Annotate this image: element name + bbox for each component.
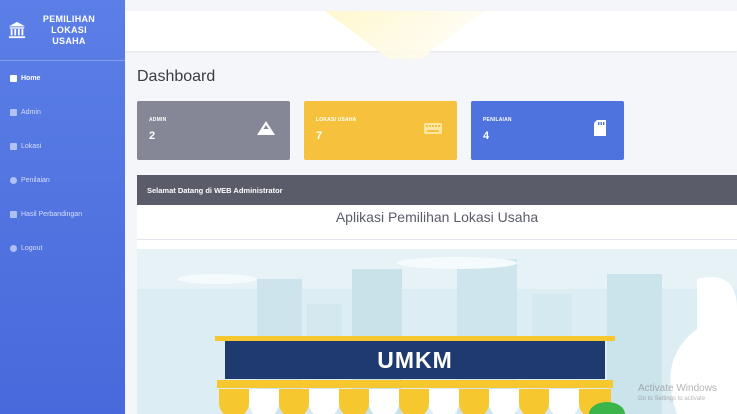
star-icon xyxy=(10,176,17,184)
page-title: Dashboard xyxy=(137,68,216,85)
card-label: LOKASI USAHA xyxy=(316,117,357,123)
topbar-decoration xyxy=(325,11,485,59)
divider xyxy=(137,239,737,240)
sidebar-item-label: Admin xyxy=(21,108,41,116)
sidebar-item-label: Hasil Perbandingan xyxy=(21,210,83,218)
sidebar-item-hasil-perbandingan[interactable]: Hasil Perbandingan xyxy=(0,206,125,222)
sidebar-brand[interactable]: PEMILIHAN LOKASI USAHA xyxy=(0,0,125,61)
sidebar-item-penilaian[interactable]: Penilaian xyxy=(0,172,125,188)
bank-icon xyxy=(8,21,26,39)
home-icon xyxy=(10,74,17,82)
app-title: Aplikasi Pemilihan Lokasi Usaha xyxy=(335,209,539,225)
sidebar-item-admin[interactable]: Admin xyxy=(0,104,125,120)
sidebar: PEMILIHAN LOKASI USAHA Home Admin Lokasi… xyxy=(0,0,125,414)
map-icon xyxy=(10,142,17,150)
penilaian-card[interactable]: PENILAIAN 4 xyxy=(471,101,624,160)
card-value: 2 xyxy=(149,130,156,142)
sidebar-item-label: Penilaian xyxy=(21,176,50,184)
sidebar-item-label: Lokasi xyxy=(21,142,42,150)
sidebar-item-label: Home xyxy=(21,74,41,82)
card-label: ADMIN xyxy=(149,117,167,123)
mountain-icon xyxy=(257,121,275,135)
activate-windows-watermark: Activate Windows Go to Settings to activ… xyxy=(638,383,717,402)
lokasi-usaha-card[interactable]: LOKASI USAHA 7 xyxy=(304,101,457,160)
brand-title: PEMILIHAN LOKASI USAHA xyxy=(42,13,96,46)
sd-card-icon xyxy=(594,120,606,136)
sidebar-item-home[interactable]: Home xyxy=(0,70,125,86)
welcome-header: Selamat Datang di WEB Administrator xyxy=(137,175,737,205)
sidebar-item-lokasi[interactable]: Lokasi xyxy=(0,138,125,154)
user-icon xyxy=(10,108,17,116)
sidebar-item-label: Logout xyxy=(21,244,43,252)
sidebar-item-logout[interactable]: Logout xyxy=(0,240,125,256)
logout-icon xyxy=(10,244,17,252)
card-value: 7 xyxy=(316,130,323,142)
chart-icon xyxy=(10,210,17,218)
card-value: 4 xyxy=(483,130,490,142)
sign-text: UMKM xyxy=(377,347,453,373)
keyboard-icon xyxy=(424,123,442,134)
card-label: PENILAIAN xyxy=(483,117,512,123)
admin-card[interactable]: ADMIN 2 xyxy=(137,101,290,160)
topbar xyxy=(125,11,737,59)
